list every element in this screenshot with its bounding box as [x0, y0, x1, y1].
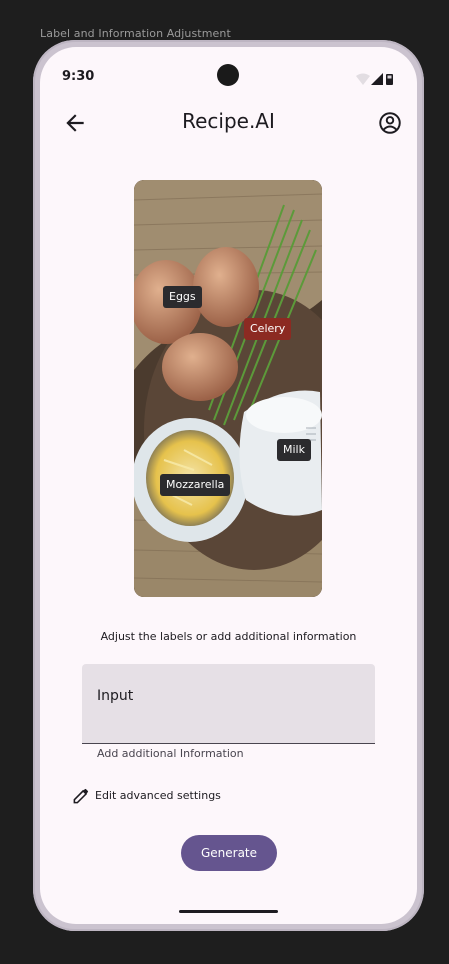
label-chip-celery[interactable]: Celery: [244, 318, 292, 340]
label-chip-eggs[interactable]: Eggs: [163, 286, 202, 308]
label-chip-mozzarella[interactable]: Mozzarella: [160, 474, 231, 496]
status-time: 9:30: [62, 69, 95, 84]
status-icons: [355, 71, 395, 85]
ingredients-photo: Eggs Celery Milk Mozzarella: [134, 180, 322, 597]
pencil-icon: [73, 788, 89, 803]
label-chip-milk[interactable]: Milk: [277, 439, 311, 461]
input-value[interactable]: Input: [97, 688, 133, 704]
home-indicator[interactable]: [179, 910, 278, 913]
phone-screen: 9:30 Recipe.AI Eggs Celery Milk Mozzarel…: [40, 47, 417, 924]
account-button[interactable]: [377, 110, 403, 136]
camera-cutout: [217, 64, 239, 86]
additional-info-input[interactable]: Input: [82, 664, 375, 744]
signal-icon: [371, 73, 383, 85]
advanced-settings-label: Edit advanced settings: [95, 788, 221, 802]
account-circle-icon: [379, 112, 401, 134]
photo-icon: [134, 180, 322, 597]
wifi-icon: [356, 73, 370, 85]
edit-advanced-settings-button[interactable]: Edit advanced settings: [72, 785, 221, 805]
input-helper-text: Add additional Information: [97, 747, 244, 760]
generate-button[interactable]: Generate: [181, 835, 277, 871]
page-title: Recipe.AI: [182, 109, 275, 133]
instruction-text: Adjust the labels or add additional info…: [100, 630, 357, 643]
frame-label: Label and Information Adjustment: [40, 27, 231, 40]
